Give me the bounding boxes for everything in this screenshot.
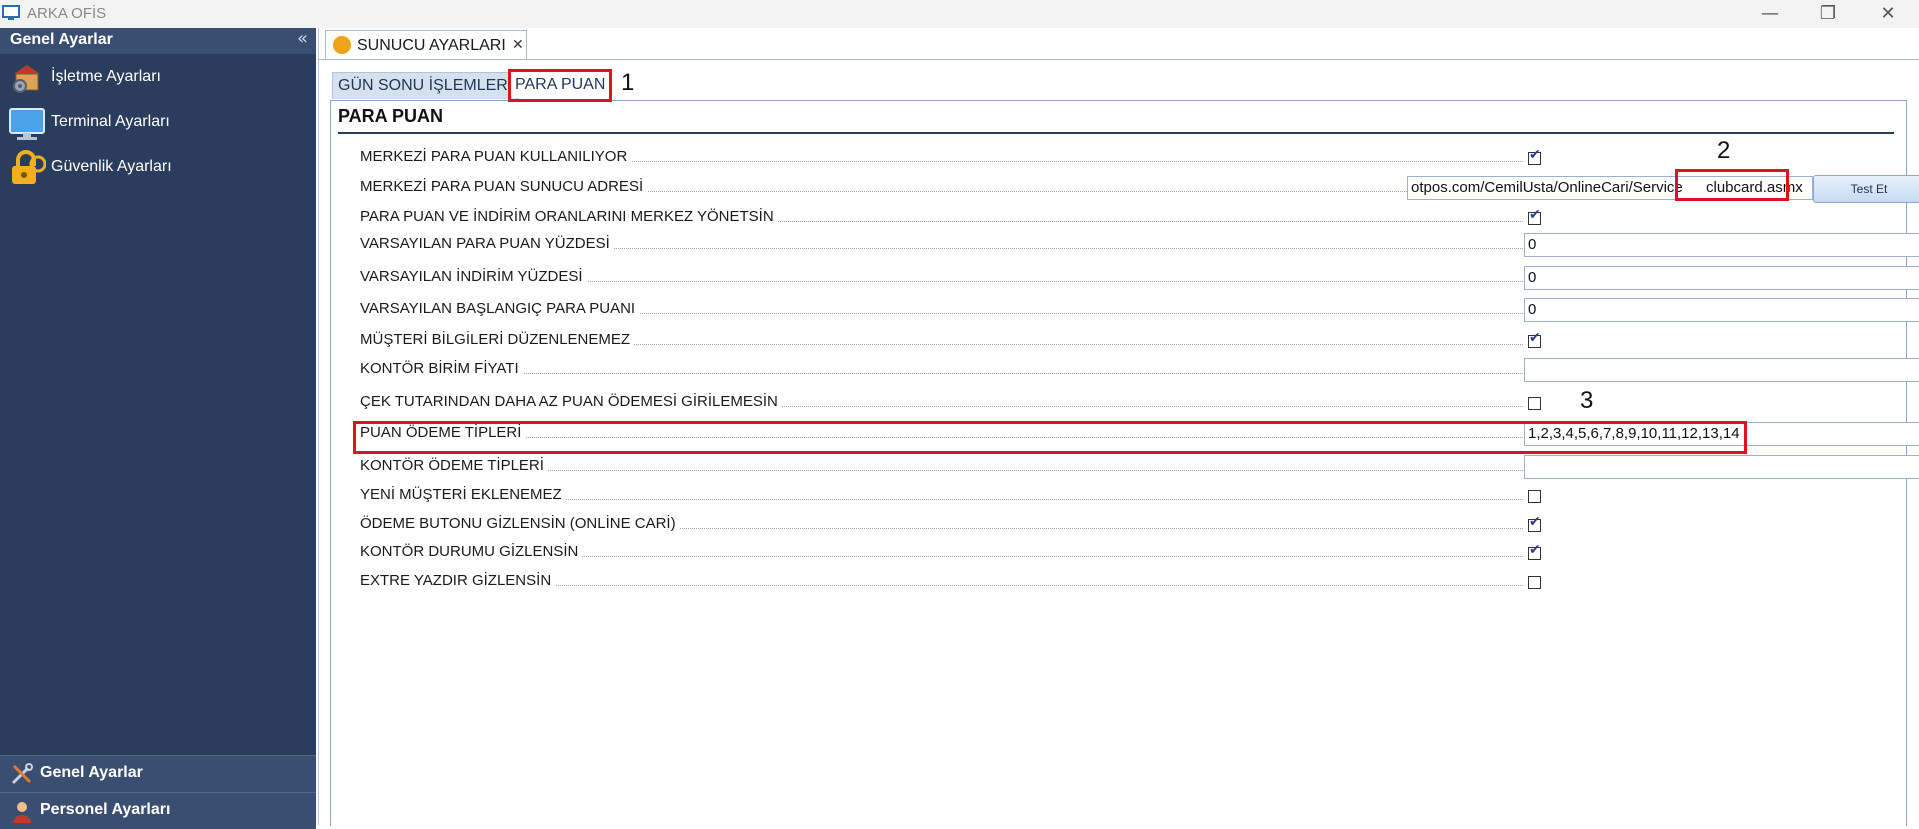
window-title: ARKA OFİS — [27, 5, 107, 22]
close-icon[interactable]: ✕ — [1868, 2, 1908, 26]
setting-label: MERKEZİ PARA PUAN KULLANILIYOR — [360, 148, 632, 165]
setting-label: MÜŞTERİ BİLGİLERİ DÜZENLENEMEZ — [360, 331, 635, 348]
setting-row: PARA PUAN VE İNDİRİM ORANLARINI MERKEZ Y… — [344, 206, 1889, 230]
sidebar-item-isletme-ayarlari[interactable]: İşletme Ayarları — [8, 58, 308, 98]
sidebar: Genel Ayarlar « İşletme Ayarları Termina… — [0, 28, 316, 829]
sidebar-section-genel-ayarlar[interactable]: Genel Ayarlar — [0, 755, 316, 792]
tools-icon — [11, 763, 33, 785]
business-settings-icon — [13, 65, 40, 93]
restore-icon[interactable]: ❐ — [1808, 2, 1848, 26]
leader-dots — [360, 373, 1523, 374]
setting-label: VARSAYILAN PARA PUAN YÜZDESİ — [360, 235, 614, 252]
setting-row: VARSAYILAN BAŞLANGIÇ PARA PUANI 0 — [344, 298, 1919, 322]
minimize-icon[interactable]: — — [1750, 2, 1790, 26]
sidebar-section-personel-ayarlari[interactable]: Personel Ayarları — [0, 792, 316, 829]
sidebar-item-guvenlik-ayarlari[interactable]: Güvenlik Ayarları — [8, 148, 308, 188]
sidebar-item-label: Terminal Ayarları — [51, 113, 170, 130]
setting-row: YENİ MÜŞTERİ EKLENEMEZ — [344, 484, 1889, 508]
document-tab-sunucu-ayarlari[interactable]: SUNUCU AYARLARI ✕ — [325, 30, 527, 60]
setting-label: KONTÖR DURUMU GİZLENSİN — [360, 543, 583, 560]
setting-row: MERKEZİ PARA PUAN KULLANILIYOR — [344, 146, 1889, 170]
setting-row: VARSAYILAN İNDİRİM YÜZDESİ 0 — [344, 266, 1919, 290]
setting-row: KONTÖR ÖDEME TİPLERİ — [344, 455, 1919, 479]
tabstrip-divider — [319, 59, 1919, 60]
document-tab-label: SUNUCU AYARLARI — [357, 37, 506, 54]
person-icon — [13, 802, 31, 823]
section-title: PARA PUAN — [338, 106, 444, 126]
sidebar-section-label: Genel Ayarlar — [40, 764, 143, 781]
title-bar: ARKA OFİS — ❐ ✕ — [0, 0, 1919, 28]
collapse-icon[interactable]: « — [297, 28, 308, 49]
annotation-number-2: 2 — [1717, 137, 1731, 164]
setting-checkbox[interactable] — [1528, 207, 1541, 225]
lock-icon — [12, 150, 46, 184]
setting-label: VARSAYILAN BAŞLANGIÇ PARA PUANI — [360, 300, 640, 317]
setting-checkbox[interactable] — [1528, 542, 1541, 560]
setting-row: KONTÖR DURUMU GİZLENSİN — [344, 541, 1889, 565]
sidebar-header: Genel Ayarlar « — [0, 28, 316, 54]
setting-label: KONTÖR ÖDEME TİPLERİ — [360, 457, 548, 474]
setting-label: ÖDEME BUTONU GİZLENSİN (ONLİNE CARİ) — [360, 515, 680, 532]
sidebar-item-terminal-ayarlari[interactable]: Terminal Ayarları — [8, 103, 308, 143]
tab-gun-sonu-islemleri[interactable]: GÜN SONU İŞLEMLERİ — [332, 72, 519, 99]
setting-checkbox[interactable] — [1528, 330, 1541, 348]
section-divider — [338, 132, 1894, 134]
setting-row: ÖDEME BUTONU GİZLENSİN (ONLİNE CARİ) — [344, 513, 1889, 537]
sidebar-section-label: Personel Ayarları — [40, 801, 171, 818]
setting-row: MERKEZİ PARA PUAN SUNUCU ADRESİ otpos.com… — [344, 175, 1919, 203]
test-button[interactable]: Test Et — [1813, 175, 1919, 203]
setting-label: VARSAYILAN İNDİRİM YÜZDESİ — [360, 268, 587, 285]
setting-label: PUAN ÖDEME TİPLERİ — [360, 424, 526, 441]
annotation-box-3 — [353, 421, 1747, 454]
setting-label: MERKEZİ PARA PUAN SUNUCU ADRESİ — [360, 178, 648, 195]
app-icon — [2, 5, 20, 20]
sidebar-header-title: Genel Ayarlar — [10, 31, 113, 48]
setting-row: VARSAYILAN PARA PUAN YÜZDESİ 0 — [344, 233, 1919, 257]
setting-checkbox[interactable] — [1528, 514, 1541, 532]
setting-input[interactable]: 0 — [1524, 233, 1919, 257]
annotation-box-2 — [1675, 169, 1789, 201]
annotation-box-1 — [508, 69, 612, 102]
setting-checkbox[interactable] — [1528, 397, 1541, 410]
sidebar-item-label: Güvenlik Ayarları — [51, 158, 172, 175]
setting-row: ÇEK TUTARINDAN DAHA AZ PUAN ÖDEMESİ GİRİ… — [344, 391, 1889, 415]
setting-checkbox[interactable] — [1528, 576, 1541, 589]
annotation-number-1: 1 — [621, 69, 635, 96]
sidebar-item-label: İşletme Ayarları — [51, 68, 161, 85]
close-tab-icon[interactable]: ✕ — [512, 37, 524, 53]
setting-label: KONTÖR BİRİM FİYATI — [360, 360, 523, 377]
main-content: SUNUCU AYARLARI ✕ GÜN SONU İŞLEMLERİ PAR… — [318, 28, 1919, 826]
setting-row: MÜŞTERİ BİLGİLERİ DÜZENLENEMEZ — [344, 329, 1889, 353]
server-address-input[interactable]: otpos.com/CemilUsta/OnlineCari/Service — [1407, 176, 1704, 200]
setting-row: EXTRE YAZDIR GİZLENSİN — [344, 570, 1889, 594]
setting-label: EXTRE YAZDIR GİZLENSİN — [360, 572, 556, 589]
setting-input[interactable]: 0 — [1524, 266, 1919, 290]
setting-input[interactable]: 0 — [1524, 298, 1919, 322]
setting-input[interactable] — [1524, 455, 1919, 479]
setting-checkbox[interactable] — [1528, 147, 1541, 165]
setting-row: KONTÖR BİRİM FİYATI — [344, 358, 1919, 382]
annotation-number-3: 3 — [1580, 387, 1594, 414]
setting-checkbox[interactable] — [1528, 490, 1541, 503]
setting-label: ÇEK TUTARINDAN DAHA AZ PUAN ÖDEMESİ GİRİ… — [360, 393, 782, 410]
setting-label: PARA PUAN VE İNDİRİM ORANLARINI MERKEZ Y… — [360, 208, 778, 225]
monitor-icon — [9, 108, 45, 140]
setting-input[interactable] — [1524, 358, 1919, 382]
settings-doc-icon — [333, 36, 351, 54]
setting-label: YENİ MÜŞTERİ EKLENEMEZ — [360, 486, 566, 503]
